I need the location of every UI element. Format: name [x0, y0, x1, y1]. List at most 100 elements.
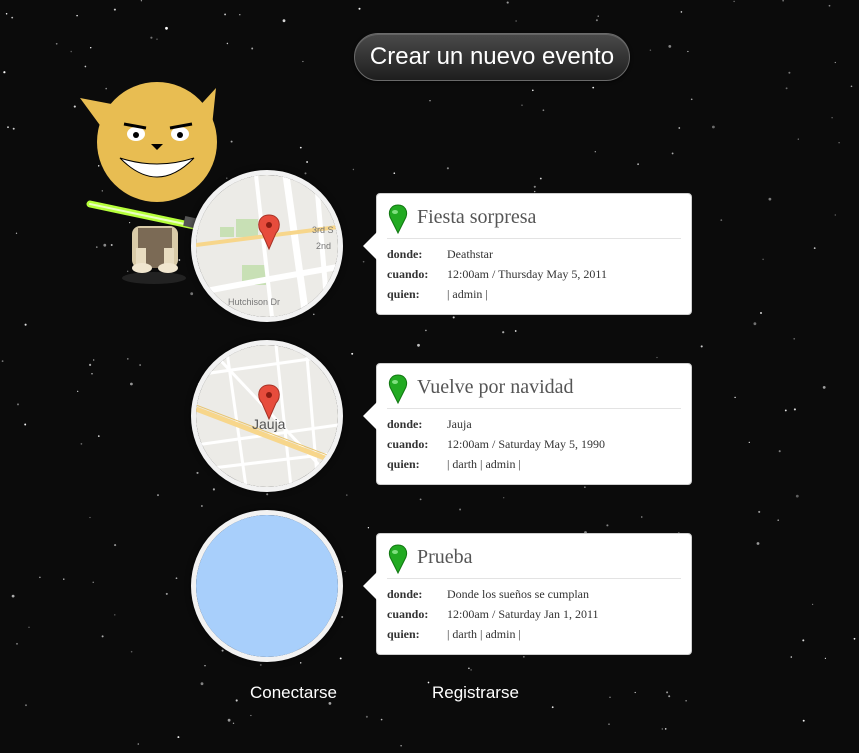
where-label: donde: — [387, 587, 423, 601]
star — [634, 691, 636, 694]
event-map-thumbnail[interactable] — [191, 510, 343, 662]
event-attendees: | admin | — [447, 287, 488, 301]
star — [3, 71, 6, 74]
star — [196, 471, 199, 474]
star — [1, 360, 4, 362]
star — [92, 581, 94, 583]
event-title[interactable]: Fiesta sorpresa — [417, 206, 536, 229]
star — [140, 0, 143, 2]
star — [175, 577, 178, 580]
event-title[interactable]: Prueba — [417, 546, 473, 569]
star — [11, 594, 15, 598]
star — [7, 126, 9, 129]
star — [130, 650, 133, 653]
star — [93, 359, 95, 361]
star — [313, 313, 315, 316]
star — [788, 71, 791, 74]
star — [446, 167, 449, 170]
star — [97, 435, 100, 437]
star — [515, 20, 517, 22]
star — [227, 718, 231, 722]
star — [24, 423, 27, 426]
star — [393, 172, 396, 175]
star — [690, 98, 693, 101]
star — [542, 109, 545, 112]
star — [137, 743, 140, 745]
star — [16, 403, 20, 406]
star — [177, 736, 180, 739]
star — [365, 715, 368, 718]
star — [12, 127, 15, 130]
star — [380, 718, 383, 721]
star — [11, 16, 14, 19]
who-label: quien: — [387, 627, 420, 641]
star — [150, 36, 153, 39]
star — [235, 699, 238, 702]
star — [139, 364, 141, 366]
star — [668, 45, 672, 48]
star — [597, 15, 599, 17]
star — [28, 626, 30, 628]
star — [200, 682, 204, 686]
star — [341, 616, 344, 618]
register-link[interactable]: Registrarse — [432, 683, 519, 703]
star — [306, 161, 309, 163]
star — [521, 104, 523, 106]
star — [784, 409, 787, 412]
star — [226, 42, 229, 45]
star — [608, 723, 610, 725]
star — [24, 323, 27, 326]
event-attendees: | darth | admin | — [447, 627, 521, 641]
star — [502, 331, 505, 334]
star — [768, 197, 772, 201]
star — [748, 441, 750, 444]
star — [239, 14, 241, 16]
star — [850, 85, 853, 88]
when-label: cuando: — [387, 267, 429, 281]
where-label: donde: — [387, 247, 423, 261]
star — [101, 635, 104, 638]
star — [113, 8, 116, 11]
event-datetime: 12:00am / Thursday May 5, 2011 — [447, 267, 607, 281]
where-label: donde: — [387, 417, 423, 431]
star — [592, 86, 595, 89]
location-pin-icon — [388, 544, 408, 574]
star — [756, 542, 760, 545]
event-map-thumbnail[interactable]: Jauja — [191, 340, 343, 492]
star — [606, 524, 609, 527]
star — [80, 443, 83, 445]
star — [55, 42, 58, 45]
star — [250, 714, 252, 717]
star — [70, 50, 72, 53]
event-card: Vuelve por navidad donde: Jauja cuando: 12… — [363, 363, 692, 485]
star — [685, 699, 687, 702]
star — [204, 664, 206, 667]
event-title[interactable]: Vuelve por navidad — [417, 376, 574, 399]
star — [793, 408, 796, 411]
star — [282, 19, 286, 23]
star — [126, 358, 129, 360]
star — [778, 450, 781, 453]
star — [661, 728, 664, 730]
street-label: 3rd S — [312, 225, 334, 235]
event-attendees: | darth | admin | — [447, 457, 521, 471]
star — [304, 172, 307, 175]
star — [834, 214, 836, 216]
create-event-button[interactable]: Crear un nuevo evento — [354, 33, 630, 81]
star — [299, 146, 302, 149]
login-link[interactable]: Conectarse — [250, 683, 337, 703]
star — [417, 343, 420, 347]
event-map-thumbnail[interactable]: Hutchison Dr 3rd S 2nd — [191, 170, 343, 322]
star — [157, 494, 159, 497]
star — [584, 486, 586, 488]
star — [89, 363, 92, 366]
star — [63, 578, 65, 580]
event-location: Deathstar — [447, 247, 493, 261]
location-pin-icon — [388, 374, 408, 404]
star — [114, 614, 116, 616]
star — [664, 728, 667, 730]
star — [503, 497, 505, 499]
who-label: quien: — [387, 457, 420, 471]
star — [212, 488, 215, 491]
who-label: quien: — [387, 287, 420, 301]
